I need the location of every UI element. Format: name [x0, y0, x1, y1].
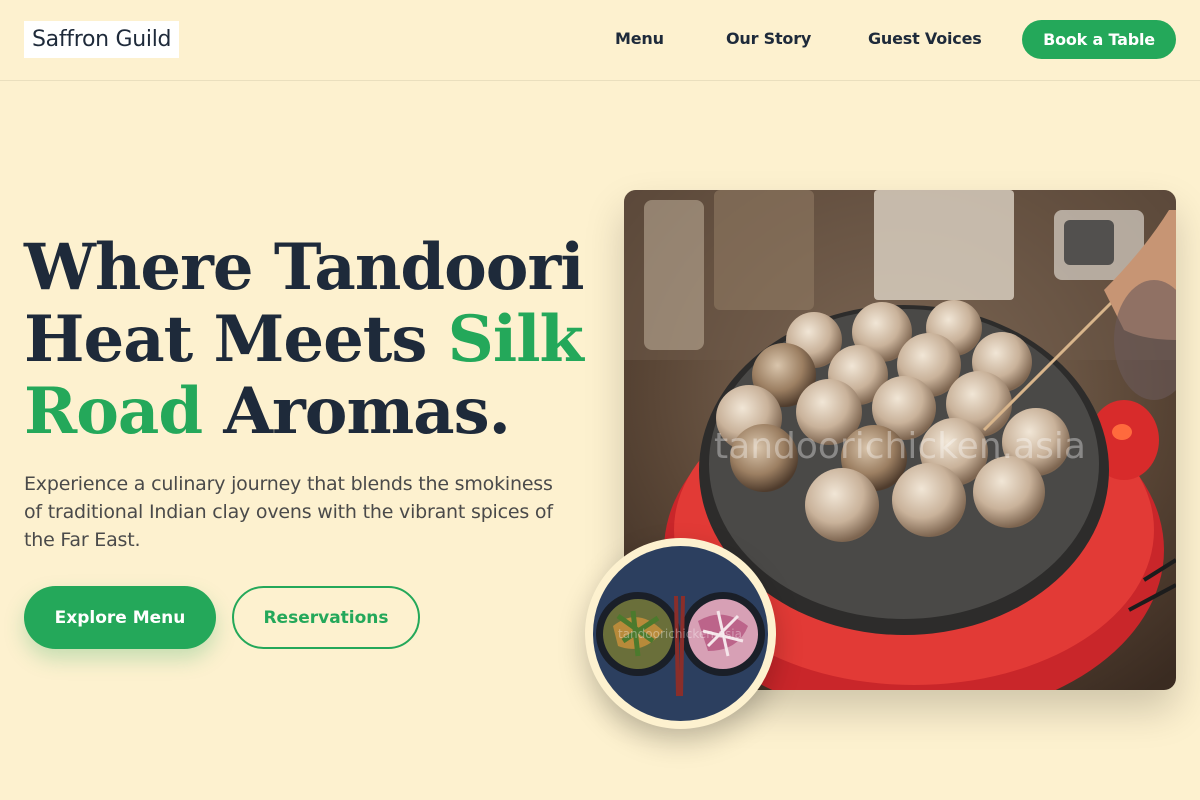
- hero-subtext: Experience a culinary journey that blend…: [24, 473, 553, 551]
- explore-menu-button[interactable]: Explore Menu: [24, 586, 216, 649]
- nav-link-our-story[interactable]: Our Story: [726, 29, 811, 49]
- book-table-button[interactable]: Book a Table: [1022, 20, 1176, 59]
- badge-image-watermark: tandoorichicken.asia: [618, 627, 742, 641]
- nav-link-guest-voices[interactable]: Guest Voices: [868, 29, 982, 49]
- headline-text-2: Aromas.: [202, 374, 511, 449]
- site-header: Saffron Guild Menu Our Story Guest Voice…: [0, 0, 1200, 81]
- main-image-watermark: tandoorichicken.asia: [714, 426, 1086, 467]
- nav-link-menu[interactable]: Menu: [615, 29, 664, 49]
- headline-accent-road: Road: [24, 374, 203, 449]
- site-logo[interactable]: Saffron Guild: [24, 21, 180, 58]
- headline-accent-silk: Silk: [447, 302, 584, 377]
- secondary-food-image: tandoorichicken.asia: [585, 538, 776, 729]
- reservations-button[interactable]: Reservations: [232, 586, 420, 649]
- hero-headline: Where Tandoori Heat Meets Silk Road Aroma…: [24, 232, 604, 448]
